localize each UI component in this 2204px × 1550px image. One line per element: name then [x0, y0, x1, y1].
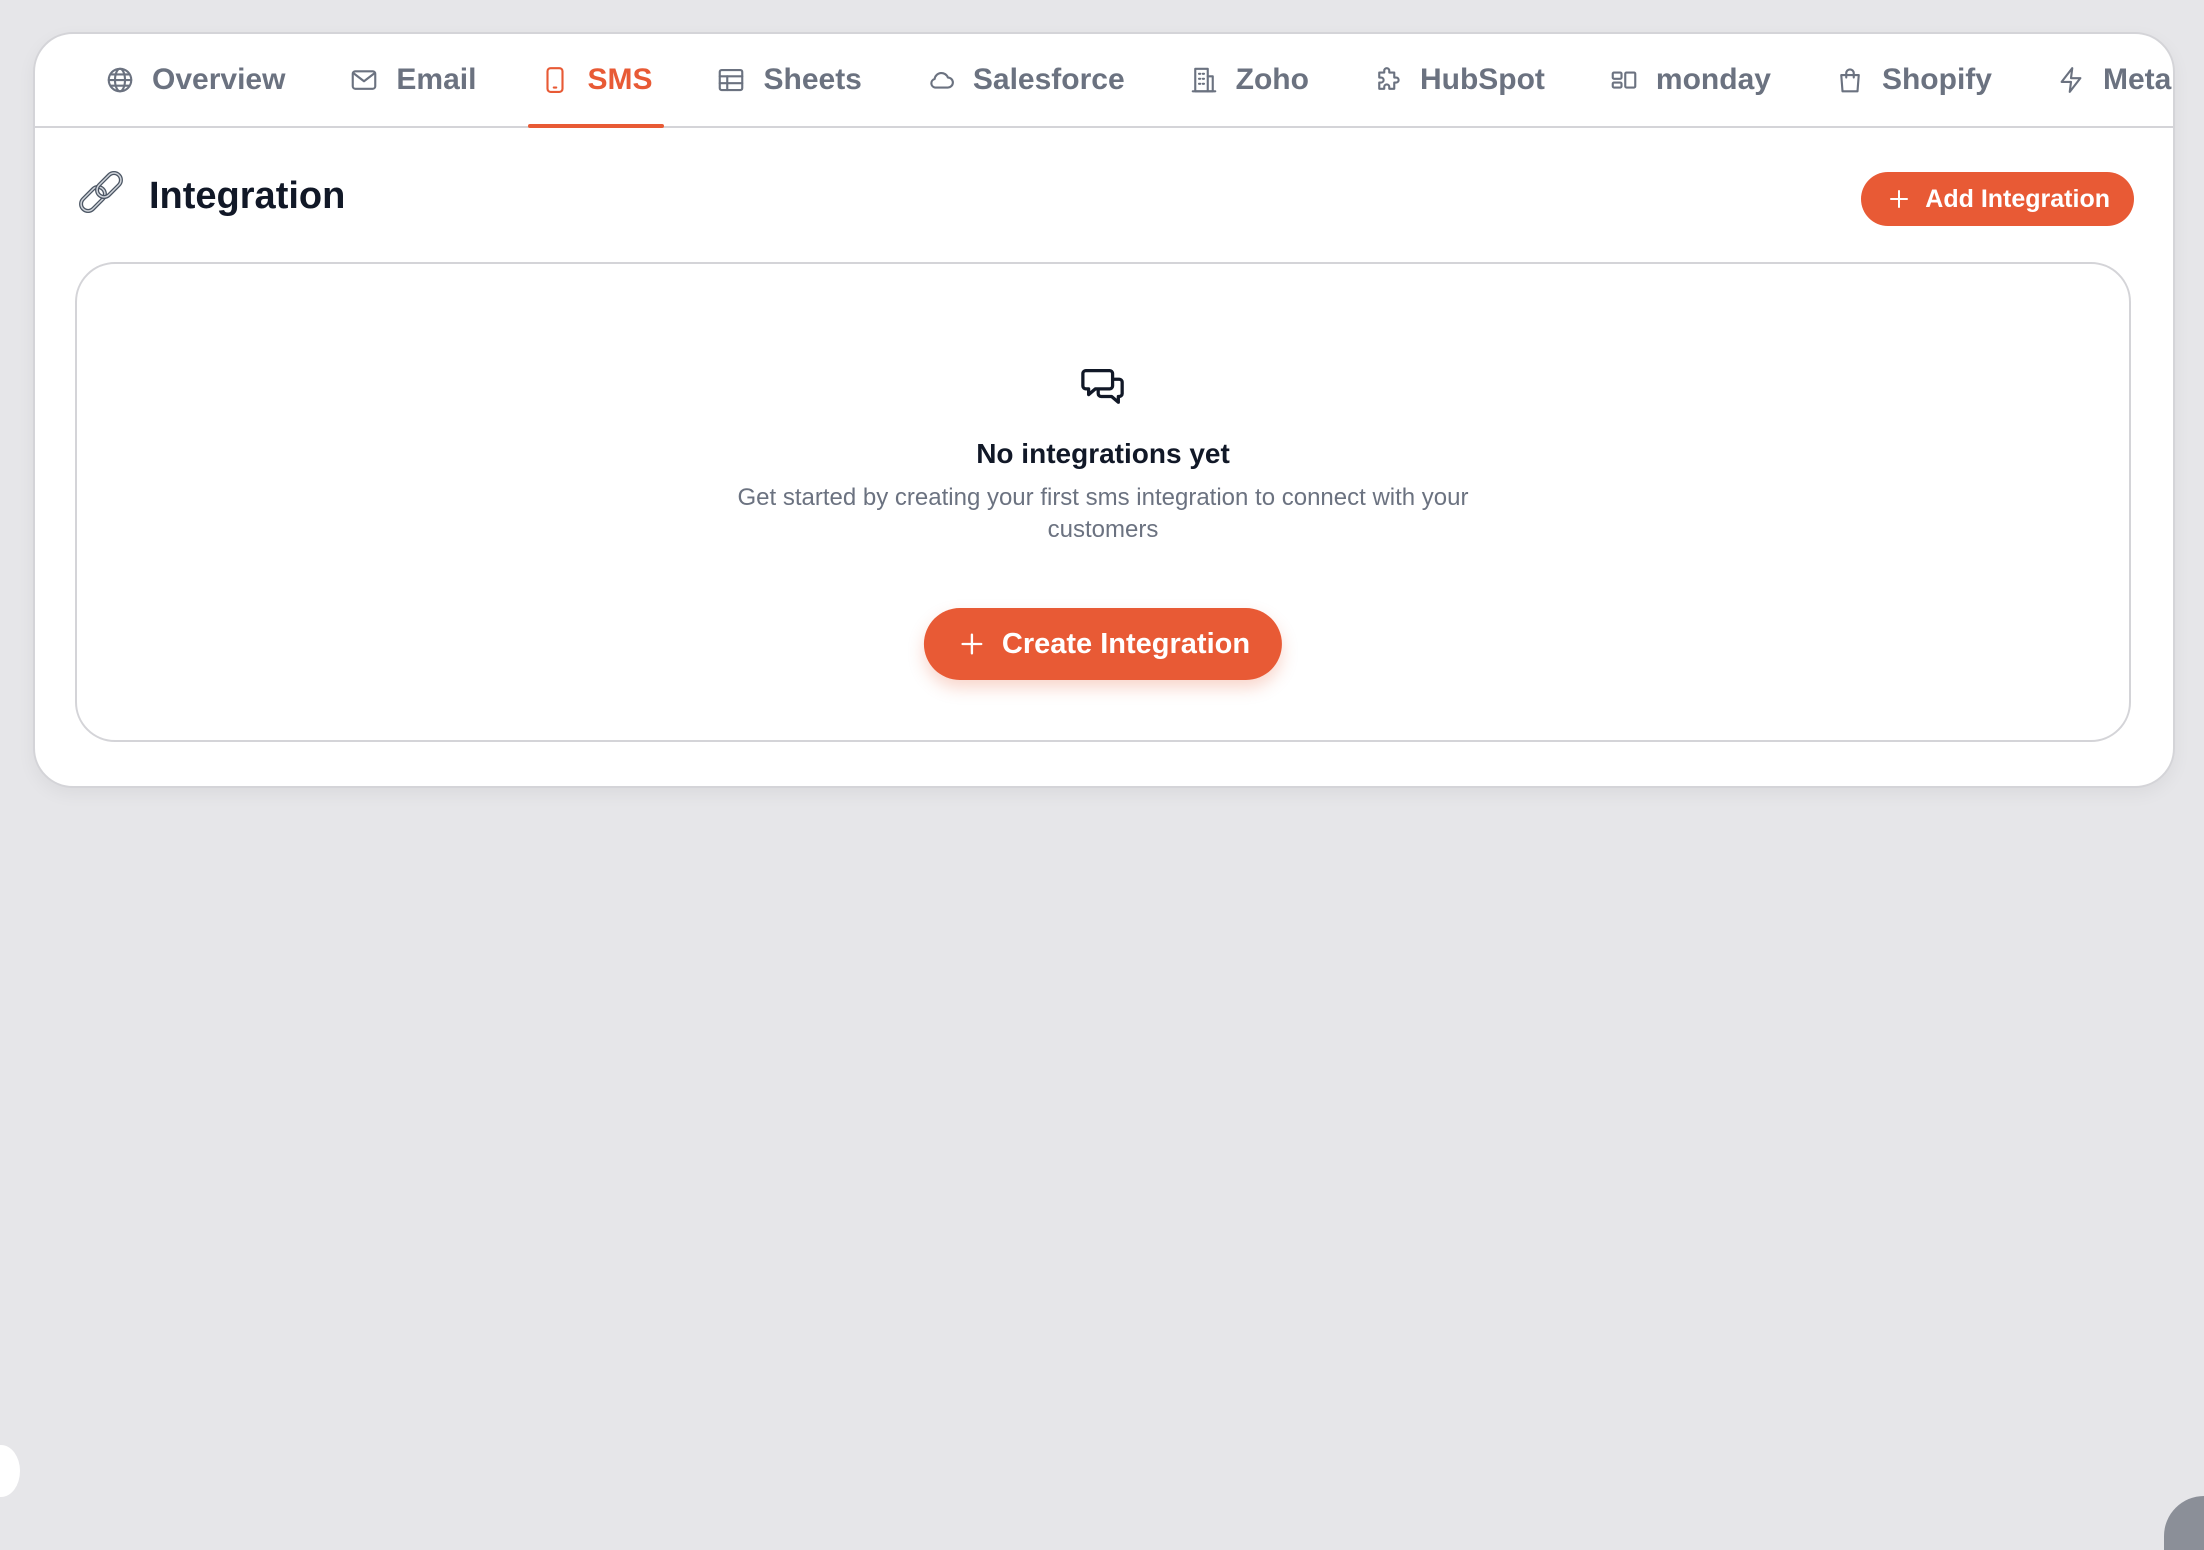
- tab-hubspot[interactable]: HubSpot: [1361, 34, 1557, 126]
- add-integration-button[interactable]: Add Integration: [1861, 172, 2134, 226]
- tab-label: Meta Lea: [2102, 63, 2173, 96]
- building-icon: [1191, 67, 1216, 93]
- smartphone-icon: [546, 67, 565, 93]
- shopping-bag-icon: [1840, 68, 1860, 93]
- empty-state-description: Get started by creating your first sms i…: [737, 484, 1469, 543]
- tab-label: Shopify: [1881, 63, 1992, 96]
- empty-state-title: No integrations yet: [976, 438, 1230, 469]
- tab-email[interactable]: Email: [337, 34, 488, 126]
- globe-icon: [107, 67, 133, 93]
- empty-state: No integrations yet Get started by creat…: [75, 262, 2131, 742]
- cloud-icon: [930, 71, 954, 89]
- table-icon: [719, 68, 744, 92]
- create-integration-button[interactable]: Create Integration: [923, 608, 1283, 680]
- side-handle: [0, 1445, 20, 1497]
- tab-label: monday: [1655, 63, 1771, 96]
- link-icon: [75, 170, 127, 222]
- tab-sms[interactable]: SMS: [528, 34, 665, 128]
- add-integration-label: Add Integration: [1925, 184, 2110, 213]
- tab-sheets[interactable]: Sheets: [704, 34, 873, 126]
- plus-icon: [961, 633, 983, 655]
- tab-label: SMS: [587, 63, 653, 96]
- mail-icon: [352, 70, 377, 90]
- tab-label: Email: [396, 63, 477, 96]
- tab-label: Sheets: [763, 63, 862, 96]
- tab-zoho[interactable]: Zoho: [1177, 34, 1321, 126]
- window-corner: [2164, 1496, 2204, 1550]
- tab-meta-leads[interactable]: Meta Lea: [2044, 34, 2173, 126]
- plus-icon: [1890, 190, 1909, 208]
- create-integration-label: Create Integration: [1001, 627, 1251, 660]
- integrations-card: Overview Email SMS Sheets Salesforce Zoh…: [33, 32, 2175, 788]
- tab-overview[interactable]: Overview: [93, 34, 297, 126]
- lightning-icon: [2060, 67, 2082, 93]
- tab-monday[interactable]: monday: [1597, 34, 1783, 126]
- tab-shopify[interactable]: Shopify: [1823, 34, 2004, 126]
- tab-label: Salesforce: [972, 63, 1125, 96]
- tab-label: Overview: [152, 63, 286, 96]
- page-title: Integration: [149, 174, 346, 217]
- puzzle-icon: [1378, 67, 1400, 90]
- integration-tabs: Overview Email SMS Sheets Salesforce Zoh…: [35, 34, 2173, 128]
- section-header: Integration: [75, 170, 345, 222]
- tab-label: Zoho: [1235, 63, 1309, 96]
- tab-salesforce[interactable]: Salesforce: [914, 34, 1137, 126]
- chat-bubbles-icon: [1080, 362, 1126, 408]
- tab-label: HubSpot: [1419, 63, 1545, 96]
- board-icon: [1611, 71, 1637, 89]
